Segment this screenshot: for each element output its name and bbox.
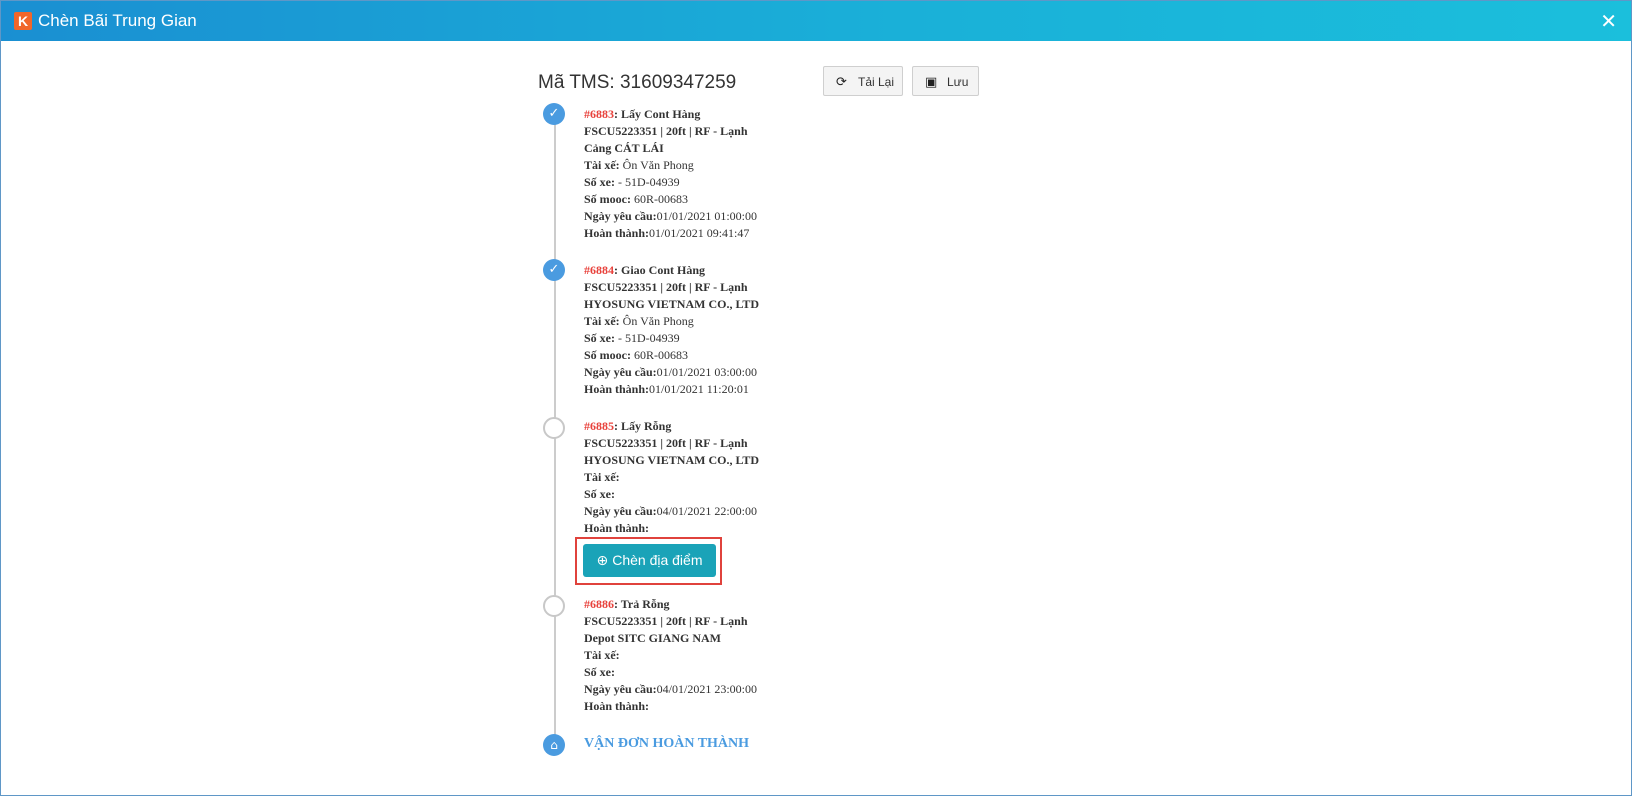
timeline-step: #6885: Lấy Rỗng FSCU5223351 | 20ft | RF …: [584, 418, 759, 537]
request-value: 01/01/2021 03:00:00: [656, 365, 758, 379]
step-code: #6886: [584, 597, 614, 611]
trailer-label: Số mooc:: [584, 192, 631, 206]
insert-location-button[interactable]: ⊕ Chèn địa điểm: [583, 544, 716, 577]
trailer-value: 60R-00683: [631, 348, 688, 362]
done-label: Hoàn thành:: [584, 382, 650, 396]
check-icon: ✓: [543, 259, 565, 281]
reload-button[interactable]: ⟳ Tải Lại: [823, 66, 903, 96]
check-icon: ✓: [543, 103, 565, 125]
request-value: 01/01/2021 01:00:00: [656, 209, 758, 223]
dialog-title: Chèn Bãi Trung Gian: [38, 11, 197, 30]
save-button[interactable]: ▣ Lưu: [912, 66, 979, 96]
truck-label: Số xe:: [584, 665, 615, 679]
pending-circle-icon: [543, 595, 565, 617]
floppy-disk-icon: ▣: [925, 75, 938, 90]
app-logo-icon: K: [14, 12, 32, 30]
step-title: : Lấy Rỗng: [614, 419, 672, 433]
request-label: Ngày yêu cầu:: [584, 682, 657, 696]
timeline-step: #6884: Giao Cont Hàng FSCU5223351 | 20ft…: [584, 262, 759, 398]
step-location: Depot SITC GIANG NAM: [584, 631, 722, 645]
plus-circle-icon: ⊕: [596, 553, 609, 569]
done-value: 01/01/2021 11:20:01: [649, 382, 749, 396]
trailer-label: Số mooc:: [584, 348, 631, 362]
request-label: Ngày yêu cầu:: [584, 365, 657, 379]
done-label: Hoàn thành:: [584, 699, 650, 713]
step-title: : Trả Rỗng: [614, 597, 670, 611]
driver-value: Ôn Văn Phong: [619, 314, 694, 328]
close-button[interactable]: ✕: [1600, 10, 1617, 32]
step-container: FSCU5223351 | 20ft | RF - Lạnh: [584, 280, 748, 294]
step-title: : Giao Cont Hàng: [614, 263, 706, 277]
refresh-icon: ⟳: [836, 75, 847, 90]
tms-code: Mã TMS: 31609347259: [538, 72, 737, 93]
step-container: FSCU5223351 | 20ft | RF - Lạnh: [584, 124, 748, 138]
driver-label: Tài xế:: [584, 648, 620, 662]
home-icon: ⌂: [543, 734, 565, 756]
trailer-value: 60R-00683: [631, 192, 688, 206]
step-container: FSCU5223351 | 20ft | RF - Lạnh: [584, 614, 748, 628]
driver-label: Tài xế:: [584, 470, 620, 484]
pending-circle-icon: [543, 417, 565, 439]
timeline-step: #6886: Trả Rỗng FSCU5223351 | 20ft | RF …: [584, 596, 757, 715]
done-label: Hoàn thành:: [584, 521, 650, 535]
step-code: #6883: [584, 107, 614, 121]
step-code: #6885: [584, 419, 614, 433]
done-label: Hoàn thành:: [584, 226, 650, 240]
insert-location-label: Chèn địa điểm: [612, 552, 703, 568]
done-value: 01/01/2021 09:41:47: [649, 226, 750, 240]
truck-label: Số xe:: [584, 487, 615, 501]
step-location: Cảng CÁT LÁI: [584, 141, 664, 155]
reload-label: Tải Lại: [858, 75, 895, 89]
title-bar: K Chèn Bãi Trung Gian ✕: [1, 1, 1631, 41]
driver-label: Tài xế:: [584, 314, 620, 328]
truck-label: Số xe:: [584, 331, 615, 345]
save-label: Lưu: [947, 75, 969, 89]
driver-label: Tài xế:: [584, 158, 620, 172]
truck-value: - 51D-04939: [615, 331, 680, 345]
step-location: HYOSUNG VIETNAM CO., LTD: [584, 453, 760, 467]
timeline-step: #6883: Lấy Cont Hàng FSCU5223351 | 20ft …: [584, 106, 757, 242]
step-title: : Lấy Cont Hàng: [614, 107, 701, 121]
step-location: HYOSUNG VIETNAM CO., LTD: [584, 297, 760, 311]
request-value: 04/01/2021 22:00:00: [656, 504, 758, 518]
request-label: Ngày yêu cầu:: [584, 504, 657, 518]
final-status: VẬN ĐƠN HOÀN THÀNH: [584, 736, 750, 751]
request-label: Ngày yêu cầu:: [584, 209, 657, 223]
truck-value: - 51D-04939: [615, 175, 680, 189]
dialog-window: K Chèn Bãi Trung Gian ✕: [0, 0, 1632, 796]
truck-label: Số xe:: [584, 175, 615, 189]
step-container: FSCU5223351 | 20ft | RF - Lạnh: [584, 436, 748, 450]
step-code: #6884: [584, 263, 614, 277]
request-value: 04/01/2021 23:00:00: [656, 682, 758, 696]
driver-value: Ôn Văn Phong: [619, 158, 694, 172]
